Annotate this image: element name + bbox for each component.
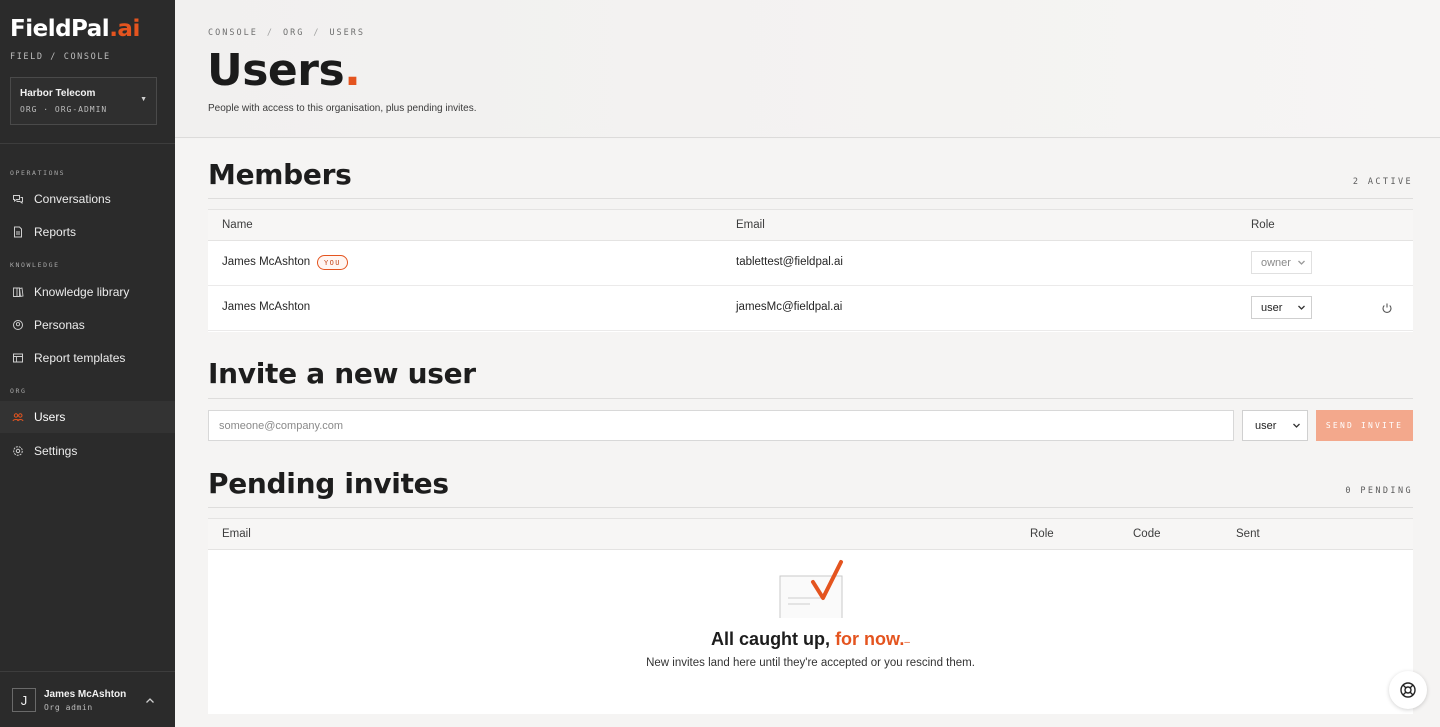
invite-divider: [208, 398, 1413, 399]
empty-title-accent: for now.: [835, 629, 905, 649]
pending-count: 0 PENDING: [1345, 486, 1413, 496]
checkmark-envelope-icon: [779, 560, 843, 618]
template-icon: [12, 352, 24, 364]
sidebar-item-knowledge-library[interactable]: Knowledge library: [0, 276, 175, 308]
breadcrumb-separator: /: [313, 28, 321, 38]
invite-email-input[interactable]: [208, 410, 1234, 441]
org-name: Harbor Telecom: [20, 88, 96, 99]
member-email: tablettest@fieldpal.ai: [736, 256, 843, 268]
column-header-role: Role: [1251, 219, 1275, 231]
org-meta: ORG · ORG-ADMIN: [20, 105, 108, 114]
brand-logo[interactable]: FieldPal.ai: [10, 16, 140, 42]
sidebar-item-label: Personas: [34, 318, 85, 332]
breadcrumb-console[interactable]: CONSOLE: [208, 28, 258, 38]
members-count: 2 ACTIVE: [1352, 177, 1413, 187]
chevron-down-icon: [1298, 305, 1305, 310]
sidebar-item-report-templates[interactable]: Report templates: [0, 342, 175, 374]
page-title-text: Users: [207, 45, 345, 96]
members-table: Name Email Role James McAshton YOU table…: [208, 209, 1413, 332]
current-user-role: Org admin: [44, 703, 93, 712]
sidebar-item-label: Users: [34, 410, 66, 424]
pending-table-header: Email Role Code Sent: [208, 519, 1413, 550]
pending-title: Pending invites: [208, 467, 449, 500]
avatar[interactable]: J: [12, 688, 36, 712]
invite-title: Invite a new user: [208, 357, 476, 390]
empty-title-dash: –: [904, 637, 910, 648]
brand-subtitle: FIELD / CONSOLE: [10, 52, 111, 62]
table-row: James McAshton jamesMc@fieldpal.ai user: [208, 286, 1413, 331]
sidebar-item-reports[interactable]: Reports: [0, 216, 175, 248]
org-switcher[interactable]: Harbor Telecom ORG · ORG-ADMIN ▼: [10, 77, 157, 125]
document-icon: [12, 226, 24, 238]
book-icon: [12, 286, 24, 298]
members-table-header: Name Email Role: [208, 210, 1413, 241]
column-header-email: Email: [736, 219, 765, 231]
sidebar-item-label: Reports: [34, 225, 77, 239]
brand-suffix: .ai: [109, 16, 140, 42]
persona-icon: [12, 319, 24, 331]
breadcrumb-separator: /: [266, 28, 274, 38]
brand-name: FieldPal: [10, 16, 110, 42]
role-select-value: user: [1261, 301, 1283, 314]
column-header-name: Name: [222, 219, 253, 231]
sidebar-divider: [0, 671, 175, 672]
sidebar-item-label: Settings: [34, 444, 78, 458]
members-title: Members: [208, 158, 352, 191]
breadcrumb-org[interactable]: ORG: [283, 28, 304, 38]
page-subtitle: People with access to this organisation,…: [208, 103, 477, 114]
sidebar: FieldPal.ai FIELD / CONSOLE Harbor Telec…: [0, 0, 175, 727]
sidebar-item-label: Conversations: [34, 192, 111, 206]
send-invite-button[interactable]: SEND INVITE: [1316, 410, 1413, 441]
sidebar-item-label: Knowledge library: [34, 285, 130, 299]
pending-table: Email Role Code Sent: [208, 518, 1413, 550]
empty-title-main: All caught up,: [711, 629, 831, 649]
help-button[interactable]: [1389, 671, 1427, 709]
power-icon: [1382, 303, 1392, 313]
sidebar-divider: [0, 143, 175, 144]
invite-role-select[interactable]: user: [1242, 410, 1308, 441]
lifebuoy-icon: [1400, 682, 1416, 698]
invite-role-value: user: [1255, 419, 1277, 432]
main-content: CONSOLE / ORG / USERS Users. People with…: [175, 0, 1440, 727]
chevron-up-icon[interactable]: [143, 694, 157, 708]
member-role-select[interactable]: user: [1251, 296, 1312, 319]
you-badge: YOU: [317, 255, 348, 270]
sidebar-section-operations: OPERATIONS: [10, 169, 66, 177]
member-email: jamesMc@fieldpal.ai: [736, 301, 843, 313]
empty-state-title: All caught up, for now.–: [208, 629, 1413, 650]
page-header: CONSOLE / ORG / USERS Users. People with…: [175, 0, 1440, 138]
members-divider: [208, 198, 1413, 199]
users-icon: [12, 411, 24, 423]
remove-member-button[interactable]: [1379, 300, 1395, 316]
member-name: James McAshton: [222, 301, 311, 313]
role-select-value: owner: [1261, 256, 1291, 269]
sidebar-section-org: ORG: [10, 387, 27, 395]
current-user-name: James McAshton: [44, 689, 127, 700]
sidebar-item-settings[interactable]: Settings: [0, 435, 175, 467]
empty-state-subtitle: New invites land here until they're acce…: [646, 657, 975, 669]
column-header-sent: Sent: [1236, 528, 1260, 540]
chevron-down-icon: [1298, 260, 1305, 265]
page-title-dot: .: [344, 45, 361, 96]
breadcrumb-users: USERS: [329, 28, 366, 38]
sidebar-item-label: Report templates: [34, 351, 126, 365]
pending-divider: [208, 507, 1413, 508]
sidebar-item-conversations[interactable]: Conversations: [0, 183, 175, 215]
pending-empty-state: All caught up, for now.– New invites lan…: [208, 550, 1413, 714]
caret-down-icon: ▼: [140, 96, 147, 103]
sidebar-section-knowledge: KNOWLEDGE: [10, 261, 60, 269]
member-role-select: owner: [1251, 251, 1312, 274]
table-row: James McAshton YOU tablettest@fieldpal.a…: [208, 241, 1413, 286]
chat-icon: [12, 193, 24, 205]
member-name: James McAshton: [222, 256, 311, 268]
column-header-role: Role: [1030, 528, 1054, 540]
column-header-code: Code: [1133, 528, 1161, 540]
breadcrumb: CONSOLE / ORG / USERS: [208, 28, 365, 38]
sidebar-item-personas[interactable]: Personas: [0, 309, 175, 341]
chevron-down-icon: [1293, 423, 1300, 428]
sidebar-item-users[interactable]: Users: [0, 401, 175, 433]
column-header-email: Email: [222, 528, 251, 540]
page-title: Users.: [207, 45, 361, 96]
gear-icon: [12, 445, 24, 457]
